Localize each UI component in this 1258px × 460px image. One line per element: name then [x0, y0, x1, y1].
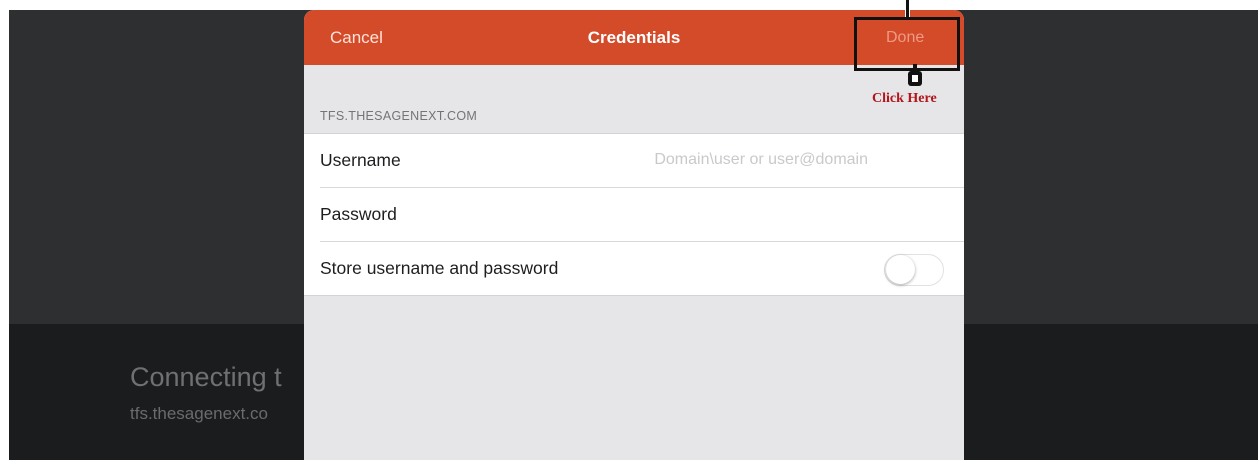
background-connecting-title: Connecting t [130, 362, 282, 392]
credentials-form: Username Password Store username and pas… [304, 133, 964, 296]
store-credentials-label: Store username and password [320, 258, 559, 278]
password-row[interactable]: Password [304, 188, 964, 241]
store-credentials-toggle[interactable] [884, 254, 944, 286]
screen: Connecting t tfs.thesagenext.co Cancel C… [0, 0, 1258, 460]
cancel-button[interactable]: Cancel [330, 28, 383, 48]
done-button[interactable]: Done [886, 29, 924, 47]
toggle-knob [886, 255, 915, 284]
modal-title: Credentials [587, 28, 681, 47]
credentials-modal: Cancel Credentials Done TFS.THESAGENEXT.… [304, 10, 964, 460]
server-section-header: TFS.THESAGENEXT.COM [320, 109, 478, 123]
username-label: Username [320, 150, 401, 170]
username-row[interactable]: Username [304, 134, 964, 187]
username-input[interactable] [494, 146, 868, 174]
background-server-url: tfs.thesagenext.co [130, 404, 268, 423]
password-label: Password [320, 204, 397, 224]
store-credentials-row: Store username and password [304, 242, 964, 295]
modal-navbar: Cancel Credentials Done [304, 10, 964, 65]
password-input[interactable] [494, 200, 944, 228]
